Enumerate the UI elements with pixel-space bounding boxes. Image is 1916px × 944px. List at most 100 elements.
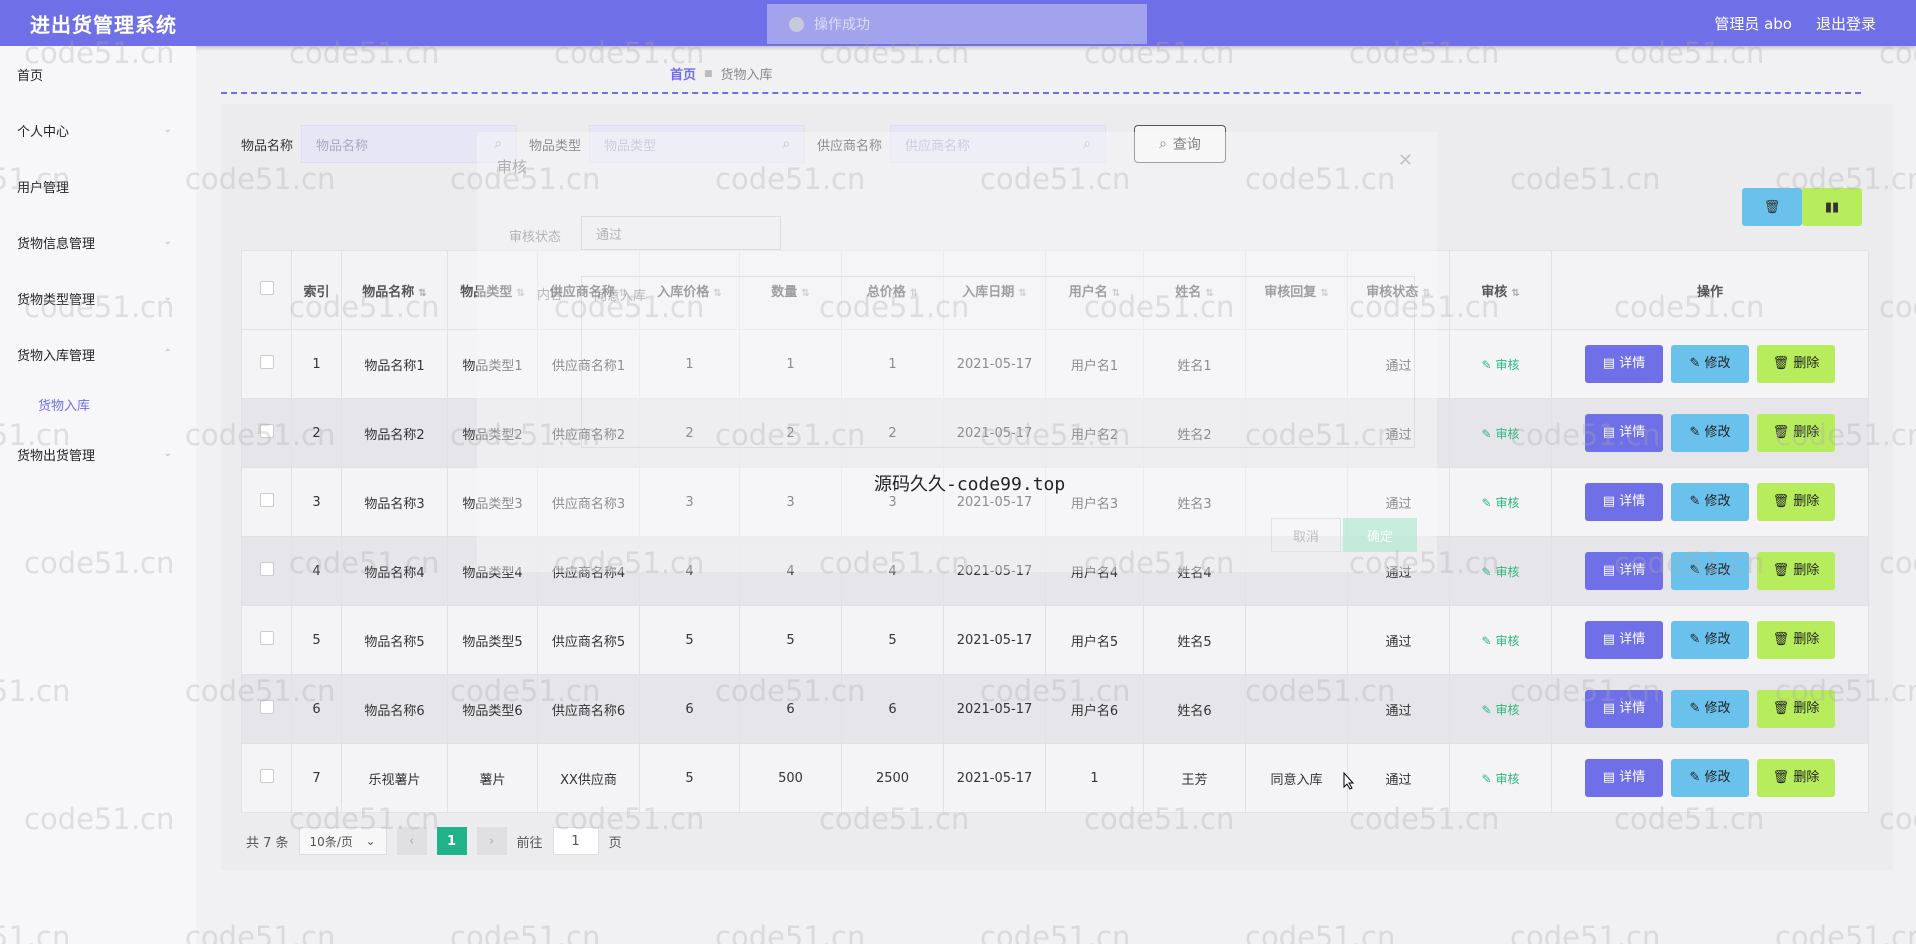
cell-realname: 王芳 <box>1143 743 1246 813</box>
cell-user: 用户名4 <box>1045 536 1144 606</box>
sidebar-item-home[interactable]: 首页 <box>0 46 196 102</box>
edit-button[interactable]: ✎ 修改 <box>1671 621 1749 659</box>
edit-button[interactable]: ✎ 修改 <box>1671 483 1749 521</box>
sort-icon: ⇅ <box>801 287 810 299</box>
row-checkbox[interactable] <box>241 398 292 468</box>
name-label: 物品名称 <box>241 138 294 154</box>
audit-link[interactable]: ✎ 审核 <box>1449 467 1552 537</box>
detail-button[interactable]: ▤ 详情 <box>1585 414 1663 452</box>
sidebar-item-stock-out[interactable]: 货物出货管理 ⌄ <box>0 426 196 482</box>
col-header[interactable]: 审核状态 ⇅ <box>1347 250 1450 330</box>
sidebar-item-goods-type[interactable]: 货物类型管理 ⌄ <box>0 270 196 326</box>
col-header[interactable]: 入库价格 ⇅ <box>639 250 740 330</box>
sidebar-subitem-stock-in[interactable]: 货物入库 <box>0 382 196 426</box>
cell-idx: 1 <box>291 329 342 399</box>
detail-button[interactable]: ▤ 详情 <box>1585 621 1663 659</box>
audit-link[interactable]: ✎ 审核 <box>1449 398 1552 468</box>
edit-button[interactable]: ✎ 修改 <box>1671 552 1749 590</box>
detail-button[interactable]: ▤ 详情 <box>1585 759 1663 797</box>
col-header[interactable]: 索引 <box>291 250 342 330</box>
audit-link[interactable]: ✎ 审核 <box>1449 743 1552 813</box>
row-checkbox[interactable] <box>241 536 292 606</box>
sidebar-item-goods-info[interactable]: 货物信息管理 ⌄ <box>0 214 196 270</box>
col-header[interactable]: 物品类型 ⇅ <box>447 250 538 330</box>
trash-icon: 🗑 <box>1772 563 1790 578</box>
delete-button[interactable]: 🗑 删除 <box>1757 414 1835 452</box>
cell-qty: 6 <box>739 674 842 744</box>
delete-button[interactable]: 🗑 删除 <box>1757 759 1835 797</box>
audit-link[interactable]: ✎ 审核 <box>1449 536 1552 606</box>
document-icon: ▤ <box>1602 356 1616 371</box>
batch-delete-button[interactable]: 🗑 <box>1742 188 1802 226</box>
table-row: 7 乐视薯片 薯片 XX供应商 5 500 2500 2021-05-17 1 王芳 同意入库 通过 ✎… <box>241 743 1869 813</box>
logout-link[interactable]: 退出登录 <box>1816 13 1876 34</box>
row-checkbox[interactable] <box>241 674 292 744</box>
trash-icon: 🗑 <box>1763 199 1781 215</box>
delete-button[interactable]: 🗑 删除 <box>1757 552 1835 590</box>
cell-total: 4 <box>841 536 944 606</box>
edit-button[interactable]: ✎ 修改 <box>1671 414 1749 452</box>
cell-reply <box>1245 398 1348 468</box>
col-header[interactable]: 供应商名称 ⇅ <box>537 250 640 330</box>
row-checkbox[interactable] <box>241 329 292 399</box>
cell-price: 5 <box>639 743 740 813</box>
cell-realname: 姓名4 <box>1143 536 1246 606</box>
col-header[interactable]: 用户名 ⇅ <box>1045 250 1144 330</box>
cell-date: 2021-05-17 <box>943 329 1046 399</box>
statistics-button[interactable]: ▮▮ <box>1802 188 1862 226</box>
cell-type: 物品类型6 <box>447 674 538 744</box>
prev-page-button[interactable]: ‹ <box>396 827 427 855</box>
sidebar-item-profile[interactable]: 个人中心 ⌄ <box>0 102 196 158</box>
delete-button[interactable]: 🗑 删除 <box>1757 345 1835 383</box>
name-search-input[interactable]: 物品名称 ⌕ <box>301 125 518 163</box>
sidebar-item-stock-in[interactable]: 货物入库管理 ⌃ <box>0 326 196 382</box>
col-header[interactable]: 姓名 ⇅ <box>1143 250 1246 330</box>
edit-button[interactable]: ✎ 修改 <box>1671 690 1749 728</box>
audit-link[interactable]: ✎ 审核 <box>1449 674 1552 744</box>
supplier-label: 供应商名称 <box>817 138 883 154</box>
detail-button[interactable]: ▤ 详情 <box>1585 345 1663 383</box>
supplier-search-input[interactable]: 供应商名称 ⌕ <box>890 125 1107 163</box>
row-checkbox[interactable] <box>241 743 292 813</box>
col-header[interactable]: 审核回复 ⇅ <box>1245 250 1348 330</box>
watermark-text: code51.cn <box>1775 920 1916 944</box>
col-header[interactable]: 入库日期 ⇅ <box>943 250 1046 330</box>
edit-pen-icon: ✎ <box>1481 702 1492 717</box>
next-page-button[interactable]: › <box>476 827 507 855</box>
page-size-select[interactable]: 10条/页 ⌄ <box>298 827 387 855</box>
cell-type: 物品类型5 <box>447 605 538 675</box>
audit-link[interactable]: ✎ 审核 <box>1449 329 1552 399</box>
query-button[interactable]: ⌕ 查询 <box>1134 125 1226 163</box>
document-icon: ▤ <box>1602 632 1616 647</box>
row-checkbox[interactable] <box>241 605 292 675</box>
page-number[interactable]: 1 <box>436 827 467 855</box>
breadcrumb-home[interactable]: 首页 <box>670 64 696 83</box>
col-header[interactable]: 数量 ⇅ <box>739 250 842 330</box>
detail-button[interactable]: ▤ 详情 <box>1585 483 1663 521</box>
cell-qty: 1 <box>739 329 842 399</box>
search-icon: ⌕ <box>494 136 503 152</box>
delete-button[interactable]: 🗑 删除 <box>1757 483 1835 521</box>
col-header[interactable]: 总价格 ⇅ <box>841 250 944 330</box>
cell-status: 通过 <box>1347 467 1450 537</box>
sidebar-item-users[interactable]: 用户管理 <box>0 158 196 214</box>
audit-link[interactable]: ✎ 审核 <box>1449 605 1552 675</box>
select-all-checkbox[interactable] <box>241 250 292 330</box>
edit-pen-icon: ✎ <box>1481 633 1492 648</box>
detail-button[interactable]: ▤ 详情 <box>1585 552 1663 590</box>
edit-button[interactable]: ✎ 修改 <box>1671 759 1749 797</box>
type-label: 物品类型 <box>529 138 582 154</box>
detail-button[interactable]: ▤ 详情 <box>1585 690 1663 728</box>
col-header[interactable]: 物品名称 ⇅ <box>341 250 448 330</box>
col-header[interactable]: 审核 ⇅ <box>1449 250 1552 330</box>
type-search-input[interactable]: 物品类型 ⌕ <box>589 125 806 163</box>
goto-page-input[interactable]: 1 <box>552 827 599 855</box>
cell-user: 用户名2 <box>1045 398 1144 468</box>
current-user: 管理员 abo <box>1714 14 1792 33</box>
delete-button[interactable]: 🗑 删除 <box>1757 621 1835 659</box>
edit-pen-icon: ✎ <box>1689 425 1701 440</box>
cell-price: 3 <box>639 467 740 537</box>
row-checkbox[interactable] <box>241 467 292 537</box>
edit-button[interactable]: ✎ 修改 <box>1671 345 1749 383</box>
delete-button[interactable]: 🗑 删除 <box>1757 690 1835 728</box>
